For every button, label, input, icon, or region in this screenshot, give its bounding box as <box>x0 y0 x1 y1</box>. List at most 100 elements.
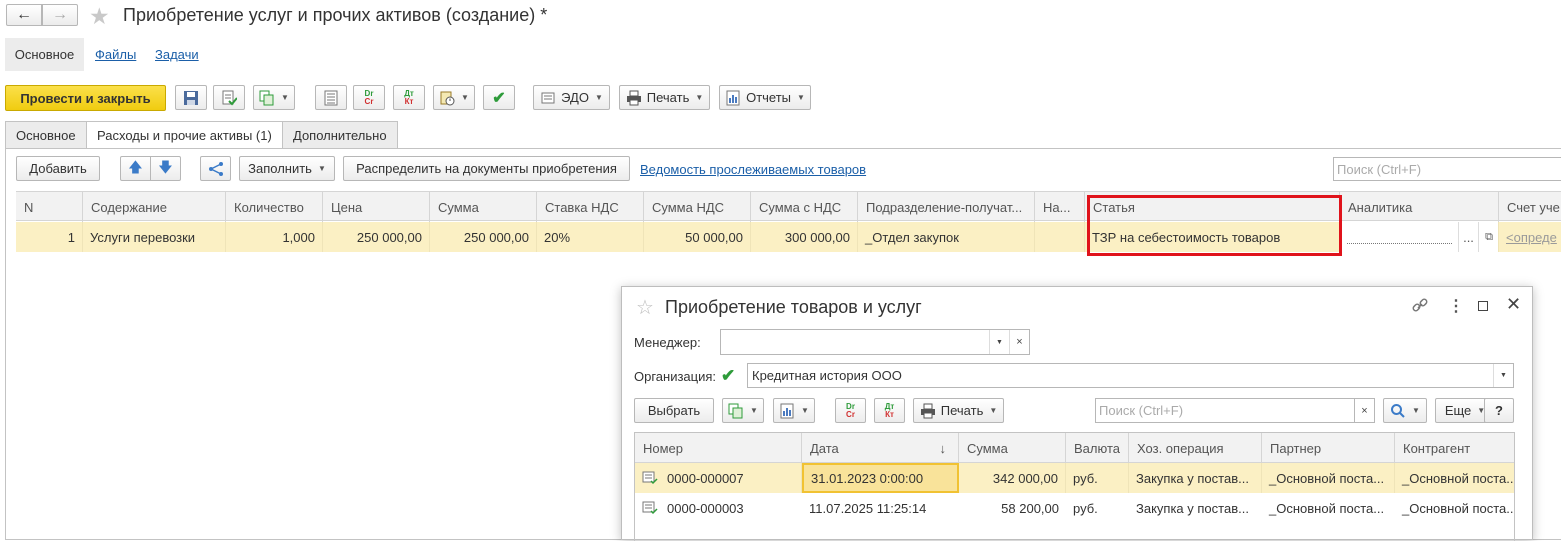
list-item[interactable]: 0000-000003 11.07.2025 11:25:14 58 200,0… <box>635 493 1514 523</box>
manager-field[interactable]: ▼ × <box>720 329 1030 355</box>
manager-dropdown-icon[interactable]: ▼ <box>989 330 1009 354</box>
debit-credit-ru-icon: Дт Кт <box>884 401 895 419</box>
edo-icon <box>540 90 556 106</box>
attach-button[interactable]: ▼ <box>433 85 475 110</box>
col-analytics[interactable]: Аналитика <box>1340 192 1499 222</box>
dialog-search-clear-icon[interactable]: × <box>1355 398 1375 423</box>
dialog-dr-cr-button[interactable]: Dr Cr <box>835 398 866 423</box>
dr-cr-button[interactable]: Dr Cr <box>353 85 385 110</box>
forward-button[interactable]: → <box>42 4 78 26</box>
window-title: Приобретение услуг и прочих активов (соз… <box>123 5 548 25</box>
move-down-button[interactable]: 🡇 <box>150 156 181 181</box>
analytics-choice-button[interactable]: ... <box>1458 222 1478 252</box>
col-price[interactable]: Цена <box>323 192 430 222</box>
post-and-close-button[interactable]: Провести и закрыть <box>5 85 166 111</box>
ditem-date: 31.01.2023 0:00:00 <box>802 463 959 493</box>
col-department[interactable]: Подразделение-получат... <box>858 192 1035 222</box>
dcol-sum[interactable]: Сумма <box>959 433 1066 463</box>
dialog-star-icon[interactable]: ☆ <box>636 295 654 320</box>
dialog-create-based-button[interactable]: ▼ <box>722 398 764 423</box>
save-button[interactable] <box>175 85 207 110</box>
favorite-star-icon[interactable]: ★ <box>89 3 110 30</box>
traced-goods-link[interactable]: Ведомость прослеживаемых товаров <box>640 162 866 177</box>
ditem-partner: _Основной поста... <box>1262 463 1395 493</box>
reports-button[interactable]: Отчеты ▼ <box>719 85 811 110</box>
section-tab-tasks[interactable]: Задачи <box>155 47 199 62</box>
cell-price[interactable]: 250 000,00 <box>323 222 430 252</box>
cell-vat-sum[interactable]: 50 000,00 <box>644 222 751 252</box>
col-vat-rate-label: Ставка НДС <box>545 199 619 215</box>
manager-clear-icon[interactable]: × <box>1009 330 1029 354</box>
dcol-partner-label: Партнер <box>1270 440 1322 456</box>
open-link-icon[interactable]: ⧉ <box>1478 222 1498 252</box>
dialog-search-button[interactable]: ▼ <box>1383 398 1427 423</box>
create-based-on-button[interactable]: ▼ <box>253 85 295 110</box>
dialog-dt-kt-button[interactable]: Дт Кт <box>874 398 905 423</box>
list-item[interactable]: 0000-000007 31.01.2023 0:00:00 342 000,0… <box>635 463 1514 493</box>
reports-icon <box>779 403 795 419</box>
dialog-help-button[interactable]: ? <box>1484 398 1514 423</box>
dcol-contractor[interactable]: Контрагент <box>1395 433 1514 463</box>
post-button[interactable] <box>213 85 245 110</box>
col-vat-rate[interactable]: Ставка НДС <box>537 192 644 222</box>
check-button[interactable]: ✔ <box>483 85 515 110</box>
col-sum-with-vat[interactable]: Сумма с НДС <box>751 192 858 222</box>
col-sum[interactable]: Сумма <box>430 192 537 222</box>
dcol-date[interactable]: Дата ↓ <box>802 433 959 463</box>
organization-field[interactable]: Кредитная история ООО ▼ <box>747 363 1514 388</box>
select-button[interactable]: Выбрать <box>634 398 714 423</box>
cell-quantity[interactable]: 1,000 <box>226 222 323 252</box>
section-tab-main[interactable]: Основное <box>5 38 84 71</box>
table-search-input[interactable]: Поиск (Ctrl+F) <box>1333 157 1561 181</box>
print-label: Печать <box>646 90 690 105</box>
col-na[interactable]: На... <box>1035 192 1085 222</box>
organization-dropdown-icon[interactable]: ▼ <box>1493 364 1513 387</box>
col-account[interactable]: Счет уче <box>1499 192 1561 222</box>
dt-kt-button[interactable]: Дт Кт <box>393 85 425 110</box>
cell-analytics[interactable]: ... ⧉ <box>1340 222 1499 252</box>
dialog-reports-button[interactable]: ▼ <box>773 398 815 423</box>
cell-department[interactable]: _Отдел закупок <box>858 222 1035 252</box>
link-icon[interactable] <box>1411 297 1429 315</box>
col-content[interactable]: Содержание <box>83 192 226 222</box>
dcol-partner[interactable]: Партнер <box>1262 433 1395 463</box>
col-vat-sum[interactable]: Сумма НДС <box>644 192 751 222</box>
cell-sum-with-vat[interactable]: 300 000,00 <box>751 222 858 252</box>
close-icon[interactable]: ✕ <box>1506 294 1521 315</box>
cell-content[interactable]: Услуги перевозки <box>83 222 226 252</box>
dialog-search-placeholder: Поиск (Ctrl+F) <box>1099 403 1184 418</box>
distribute-button[interactable]: Распределить на документы приобретения <box>343 156 630 181</box>
maximize-icon[interactable] <box>1478 301 1488 311</box>
tab-main[interactable]: Основное <box>5 121 87 148</box>
dcol-currency[interactable]: Валюта <box>1066 433 1129 463</box>
back-button[interactable]: ← <box>6 4 42 26</box>
dialog-print-button[interactable]: Печать ▼ <box>913 398 1004 423</box>
organization-checkbox[interactable]: ✔ <box>721 366 735 386</box>
dcol-date-label: Дата <box>810 440 839 456</box>
section-tab-files[interactable]: Файлы <box>95 47 136 62</box>
more-vertical-icon[interactable]: ⋮ <box>1448 296 1464 316</box>
split-button[interactable] <box>200 156 231 181</box>
dcol-operation[interactable]: Хоз. операция <box>1129 433 1262 463</box>
list-document-icon <box>323 90 339 106</box>
dialog-search-input[interactable]: Поиск (Ctrl+F) <box>1095 398 1355 423</box>
create-based-on-icon <box>259 90 275 106</box>
cell-vat-rate[interactable]: 20% <box>537 222 644 252</box>
col-n[interactable]: N <box>16 192 83 222</box>
analytics-input[interactable] <box>1347 230 1452 244</box>
add-row-button[interactable]: Добавить <box>16 156 100 181</box>
edo-button[interactable]: ЭДО ▼ <box>533 85 610 110</box>
cell-account[interactable]: <опреде <box>1499 222 1561 252</box>
fill-button[interactable]: Заполнить ▼ <box>239 156 335 181</box>
tab-additional[interactable]: Дополнительно <box>282 121 398 148</box>
print-button[interactable]: Печать ▼ <box>619 85 710 110</box>
col-quantity[interactable]: Количество <box>226 192 323 222</box>
cell-n: 1 <box>16 222 83 252</box>
cell-sum[interactable]: 250 000,00 <box>430 222 537 252</box>
dialog-list-header: Номер Дата ↓ Сумма Валюта Хоз. операция … <box>635 433 1514 463</box>
dcol-number[interactable]: Номер <box>635 433 802 463</box>
move-up-button[interactable]: 🡅 <box>120 156 151 181</box>
structure-button[interactable] <box>315 85 347 110</box>
cell-na[interactable] <box>1035 222 1085 252</box>
tab-expenses[interactable]: Расходы и прочие активы (1) <box>86 121 283 149</box>
